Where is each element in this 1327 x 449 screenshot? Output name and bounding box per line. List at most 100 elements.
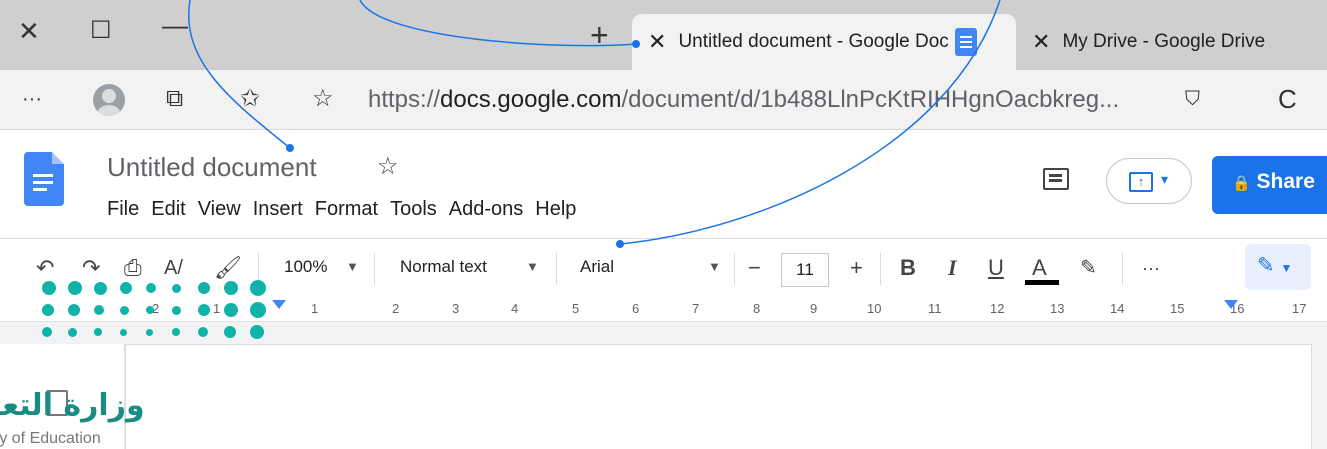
highlight-color-icon[interactable]: ✎ [1080, 253, 1097, 283]
logo-dot [120, 328, 127, 336]
menu-file[interactable]: File [107, 198, 139, 221]
present-button[interactable]: ↑ ▾ [1106, 158, 1192, 204]
ruler-label: 10 [867, 301, 882, 316]
ruler-label: 11 [928, 301, 942, 316]
logo-dot [42, 327, 52, 337]
logo-dot [172, 283, 181, 293]
collections-icon[interactable]: ⧉ [166, 82, 183, 116]
share-label: Share [1256, 170, 1315, 193]
menu-view[interactable]: View [198, 198, 241, 221]
logo-dot [42, 281, 56, 295]
logo-dot [68, 304, 80, 316]
logo-dot [146, 328, 153, 336]
menu-help[interactable]: Help [535, 198, 576, 221]
ruler-label: 9 [810, 301, 818, 316]
print-icon[interactable]: ⎙ [124, 253, 142, 283]
logo-dot [198, 327, 208, 337]
ministry-logo-arabic: وزارة التعـ [0, 388, 145, 423]
undo-icon[interactable]: ↶ [36, 253, 54, 283]
comment-history-icon[interactable] [1043, 168, 1069, 190]
share-button[interactable]: 🔒 Share [1212, 156, 1327, 214]
logo-dot [224, 326, 236, 338]
logo-dot [198, 304, 210, 316]
ruler-label: 3 [452, 301, 460, 316]
pencil-icon: ✎ [1257, 254, 1275, 277]
ruler-label: 12 [990, 301, 1005, 316]
font-size-input[interactable]: 11 [781, 253, 829, 287]
paint-format-icon[interactable]: 🖌 [214, 253, 242, 283]
menu-tools[interactable]: Tools [390, 198, 437, 221]
logo-dot [250, 302, 266, 318]
ruler-label: 15 [1170, 301, 1185, 316]
tab-google-docs[interactable]: ✕ Untitled document - Google Doc [632, 14, 1016, 70]
chevron-down-icon: ▾ [1161, 171, 1169, 187]
more-icon[interactable]: ··· [22, 82, 42, 116]
menu-edit[interactable]: Edit [151, 198, 185, 221]
logo-dot [172, 328, 180, 336]
ruler-label: 7 [692, 301, 700, 316]
text-color-button[interactable]: A [1032, 253, 1047, 283]
url-domain: docs.google.com [440, 86, 622, 113]
increase-font-size-button[interactable]: + [850, 253, 863, 283]
document-page[interactable] [125, 344, 1312, 449]
editing-mode-button[interactable]: ✎ ▼ [1245, 244, 1311, 290]
ruler-label: 2 [392, 301, 400, 316]
style-select[interactable]: Normal text [400, 257, 487, 277]
url-field[interactable]: https://docs.google.com/document/d/1b488… [368, 86, 1119, 114]
tab-label: Untitled document - Google Doc [678, 31, 949, 52]
minimize-window-icon[interactable]: — [162, 12, 188, 38]
ruler-label: 14 [1110, 301, 1125, 316]
menu-addons[interactable]: Add-ons [449, 198, 524, 221]
logo-dot [146, 306, 154, 314]
ruler-label: 13 [1050, 301, 1065, 316]
ruler-label: 5 [572, 301, 580, 316]
refresh-icon[interactable]: C [1278, 82, 1297, 116]
underline-button[interactable]: U [988, 253, 1004, 283]
ministry-logo-english: ry of Education [0, 430, 101, 447]
lock-icon: 🔒 [1232, 175, 1251, 192]
google-docs-logo-icon[interactable] [24, 152, 64, 206]
logo-dot [224, 281, 238, 295]
tab-google-drive[interactable]: ✕ My Drive - Google Drive [1016, 14, 1316, 70]
chevron-down-icon: ▼ [1280, 261, 1293, 275]
chevron-down-icon: ▼ [708, 259, 721, 274]
logo-dot [120, 282, 132, 294]
profile-avatar[interactable] [93, 84, 125, 116]
ruler-label: 1 [311, 301, 319, 316]
ruler-label: 4 [511, 301, 519, 316]
tab-close-icon[interactable]: ✕ [1032, 29, 1050, 55]
add-favorite-icon[interactable]: ☆ [312, 82, 334, 116]
italic-button[interactable]: I [948, 253, 957, 283]
right-indent-marker[interactable] [1224, 300, 1238, 309]
logo-dot [224, 303, 238, 317]
maximize-window-icon[interactable]: ☐ [90, 18, 112, 44]
bold-button[interactable]: B [900, 253, 916, 283]
logo-dot [250, 325, 264, 339]
more-tools-icon[interactable]: ··· [1142, 253, 1160, 283]
site-lock-icon[interactable]: ⛉ [1185, 82, 1200, 116]
logo-dot [94, 328, 102, 336]
zoom-select[interactable]: 100% [284, 257, 327, 277]
tab-close-icon[interactable]: ✕ [648, 29, 666, 55]
document-title[interactable]: Untitled document [107, 152, 317, 183]
favorites-icon[interactable]: ✩ [240, 82, 260, 116]
menu-format[interactable]: Format [315, 198, 378, 221]
logo-dot [250, 280, 266, 296]
menu-insert[interactable]: Insert [253, 198, 303, 221]
font-select[interactable]: Arial [580, 257, 614, 277]
logo-dot [120, 305, 129, 315]
redo-icon[interactable]: ↷ [82, 253, 100, 283]
google-docs-icon [954, 28, 977, 56]
new-tab-icon[interactable]: + [590, 19, 609, 51]
ruler-label: 6 [632, 301, 640, 316]
spellcheck-icon[interactable]: A/ [164, 253, 183, 283]
logo-dot [94, 305, 104, 315]
url-scheme: https:// [368, 86, 441, 113]
ministry-logo-dots [42, 280, 282, 342]
ruler-label: 17 [1292, 301, 1307, 316]
logo-dot [146, 283, 156, 293]
star-icon[interactable]: ☆ [377, 152, 399, 181]
decrease-font-size-button[interactable]: − [748, 253, 761, 283]
present-icon: ↑ [1129, 172, 1153, 192]
close-window-icon[interactable]: ✕ [18, 18, 40, 44]
